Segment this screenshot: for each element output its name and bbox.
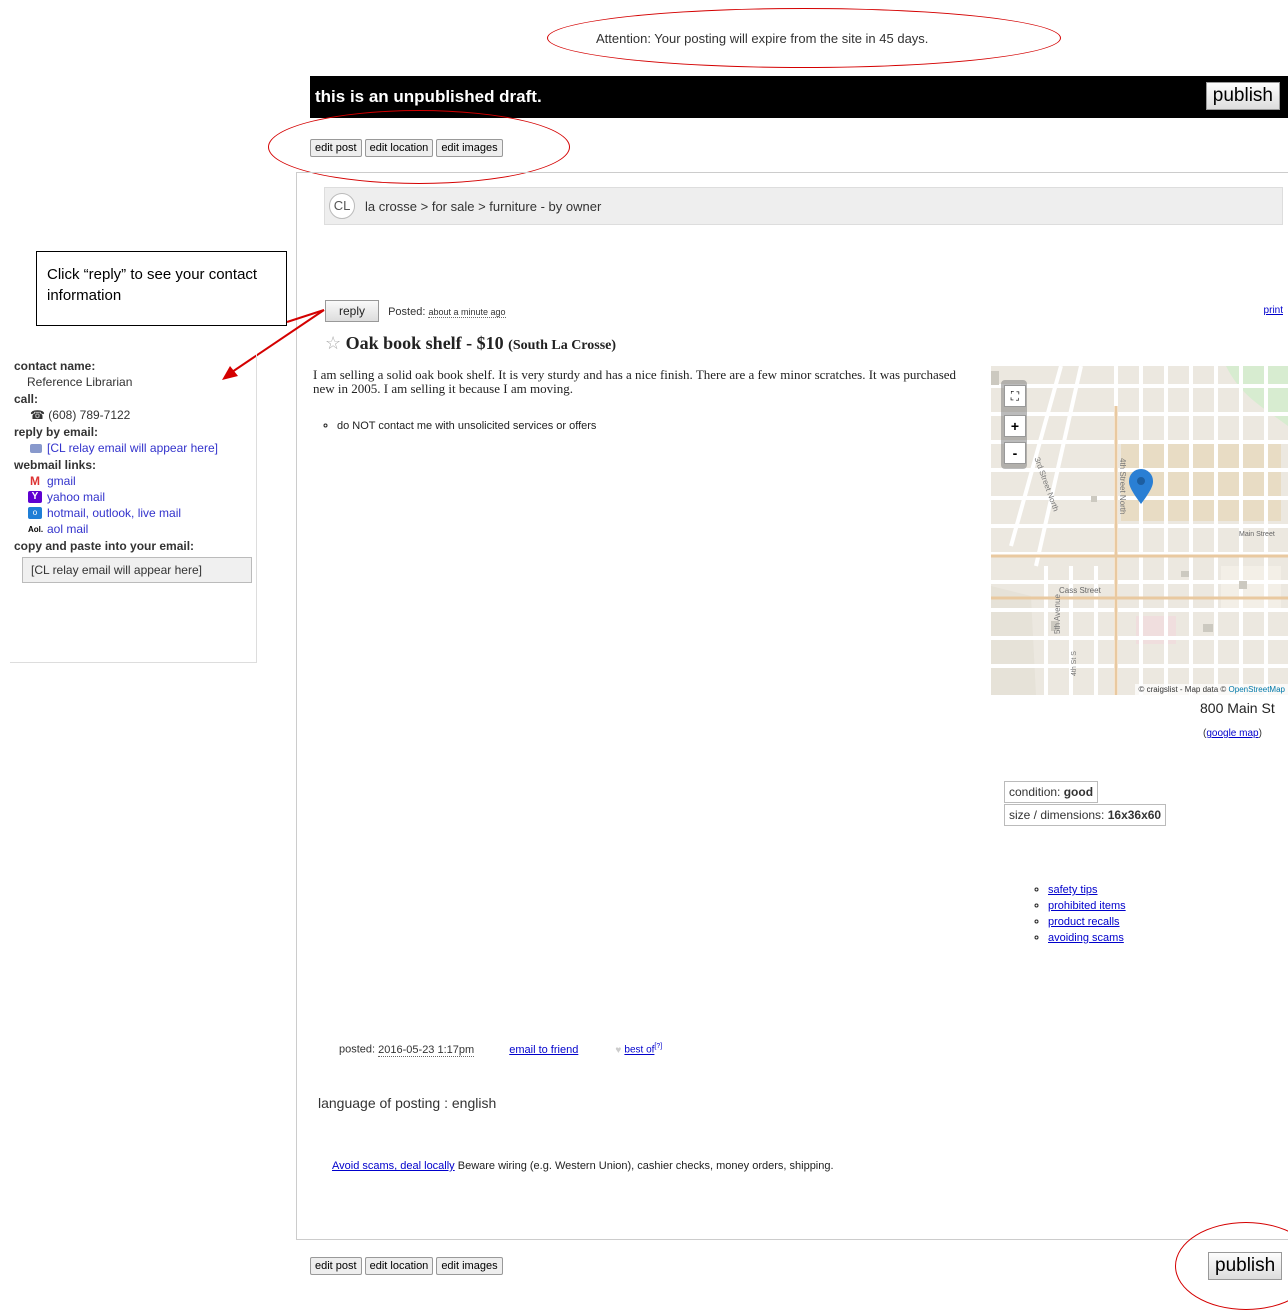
google-map-row: (google map) <box>1203 728 1262 739</box>
avoid-scams-link[interactable]: Avoid scams, deal locally <box>332 1160 455 1172</box>
google-map-link[interactable]: google map <box>1206 728 1258 739</box>
scam-warning: Avoid scams, deal locally Beware wiring … <box>332 1160 834 1172</box>
reply-sidebar: contact name: Reference Librarian call: … <box>10 354 257 663</box>
posted-time: about a minute ago <box>428 307 506 318</box>
language-row: language of posting : english <box>318 1095 496 1111</box>
zoom-in-button[interactable]: + <box>1004 415 1026 437</box>
map-attribution-text: © craigslist - Map data © <box>1138 685 1227 694</box>
reply-button[interactable]: reply <box>325 300 380 322</box>
reply-row: reply Posted: about a minute ago print <box>325 300 1283 322</box>
location-map[interactable]: Main Street Cass Street 3rd Street North… <box>991 366 1288 695</box>
posting-body: I am selling a solid oak book shelf. It … <box>313 367 957 396</box>
webmail-gmail: M gmail <box>28 474 256 488</box>
posting-location: (South La Crosse) <box>508 338 617 353</box>
email-to-friend-link[interactable]: email to friend <box>509 1044 578 1056</box>
yahoo-icon: Y <box>28 491 42 503</box>
posting-footer-info: posted: 2016-05-23 1:17pm email to frien… <box>339 1043 662 1057</box>
product-recalls-link[interactable]: product recalls <box>1048 916 1120 928</box>
copy-email-field[interactable]: [CL relay email will appear here] <box>22 557 252 583</box>
posted-date: 2016-05-23 1:17pm <box>378 1043 475 1057</box>
map-label-4th-street: 4th Street North <box>1118 458 1127 515</box>
prohibited-items-link[interactable]: prohibited items <box>1048 900 1126 912</box>
favorite-star-icon[interactable]: ☆ <box>325 333 341 353</box>
aol-link[interactable]: aol mail <box>47 522 88 536</box>
webmail-yahoo: Y yahoo mail <box>28 490 256 504</box>
condition-attribute: condition: good <box>1004 781 1099 803</box>
edit-images-button-bottom[interactable]: edit images <box>436 1257 503 1275</box>
scam-warning-text: Beware wiring (e.g. Western Union), cash… <box>457 1160 834 1172</box>
webmail-label: webmail links: <box>14 458 97 472</box>
edit-location-button-bottom[interactable]: edit location <box>364 1257 434 1275</box>
no-solicit-notice: do NOT contact me with unsolicited servi… <box>337 420 596 432</box>
aol-icon: Aol. <box>28 524 44 534</box>
relay-email-link[interactable]: [CL relay email will appear here] <box>47 441 218 455</box>
edit-post-button-bottom[interactable]: edit post <box>310 1257 362 1275</box>
safety-link-item: prohibited items <box>1048 900 1126 912</box>
phone-icon: ☎ <box>30 408 45 422</box>
reply-email-label: reply by email: <box>14 425 99 439</box>
call-label: call: <box>14 392 39 406</box>
phone-number[interactable]: (608) 789-7122 <box>48 408 130 422</box>
condition-label: condition: <box>1009 785 1061 799</box>
map-label-main-street: Main Street <box>1239 531 1275 538</box>
map-attribution: © craigslist - Map data © OpenStreetMap <box>1135 684 1288 695</box>
avoiding-scams-link[interactable]: avoiding scams <box>1048 932 1124 944</box>
copy-paste-label: copy and paste into your email: <box>14 539 195 553</box>
gmail-icon: M <box>30 474 40 488</box>
posted-date-label: posted: <box>339 1043 376 1056</box>
openstreetmap-link[interactable]: OpenStreetMap <box>1229 685 1285 694</box>
condition-value: good <box>1063 785 1094 799</box>
size-value: 16x36x60 <box>1107 808 1162 822</box>
zoom-out-button[interactable]: - <box>1004 442 1026 464</box>
envelope-icon <box>30 443 42 453</box>
size-label: size / dimensions: <box>1009 808 1105 822</box>
relay-email-row: [CL relay email will appear here] <box>30 441 256 455</box>
map-label-cass-street: Cass Street <box>1059 586 1101 595</box>
posted-label: Posted: <box>388 306 426 318</box>
contact-name-label: contact name: <box>14 359 96 373</box>
fullscreen-icon[interactable]: ⛶ <box>1004 385 1026 407</box>
webmail-aol: Aol. aol mail <box>28 522 256 536</box>
safety-link-item: product recalls <box>1048 916 1126 928</box>
phone-row: ☎ (608) 789-7122 <box>30 408 256 422</box>
print-link[interactable]: print <box>1264 305 1283 316</box>
yahoo-link[interactable]: yahoo mail <box>47 490 105 504</box>
outlook-link[interactable]: hotmail, outlook, live mail <box>47 506 181 520</box>
posting-title-row: ☆ Oak book shelf - $10 (South La Crosse) <box>325 333 616 354</box>
language-value: english <box>451 1095 497 1111</box>
webmail-outlook: o hotmail, outlook, live mail <box>28 506 256 520</box>
language-label: language of posting : <box>318 1095 448 1111</box>
contact-name: Reference Librarian <box>27 375 133 389</box>
safety-link-item: safety tips <box>1048 884 1126 896</box>
posting-title: Oak book shelf - $10 <box>345 333 504 353</box>
map-label-4th-st-s: 4th St S <box>1071 651 1078 676</box>
safety-links: safety tips prohibited items product rec… <box>1010 880 1126 948</box>
size-attribute: size / dimensions: 16x36x60 <box>1004 804 1167 826</box>
best-of-link[interactable]: best of <box>624 1045 654 1056</box>
map-zoom-controls: ⛶ + - <box>1001 380 1027 469</box>
map-label-5th-avenue: 5th Avenue <box>1053 594 1062 634</box>
best-of-help[interactable]: [?] <box>654 1043 662 1050</box>
publish-button-bottom[interactable]: publish <box>1208 1252 1283 1280</box>
safety-tips-link[interactable]: safety tips <box>1048 884 1098 896</box>
map-address: 800 Main St <box>1200 700 1275 716</box>
callout-arrows <box>222 309 325 380</box>
outlook-icon: o <box>28 507 42 519</box>
safety-link-item: avoiding scams <box>1048 932 1126 944</box>
gmail-link[interactable]: gmail <box>47 474 76 488</box>
heart-icon[interactable]: ♥ <box>615 1045 621 1056</box>
edit-toolbar-bottom: edit post edit location edit images <box>310 1256 506 1275</box>
posting-notices: do NOT contact me with unsolicited servi… <box>313 420 596 432</box>
